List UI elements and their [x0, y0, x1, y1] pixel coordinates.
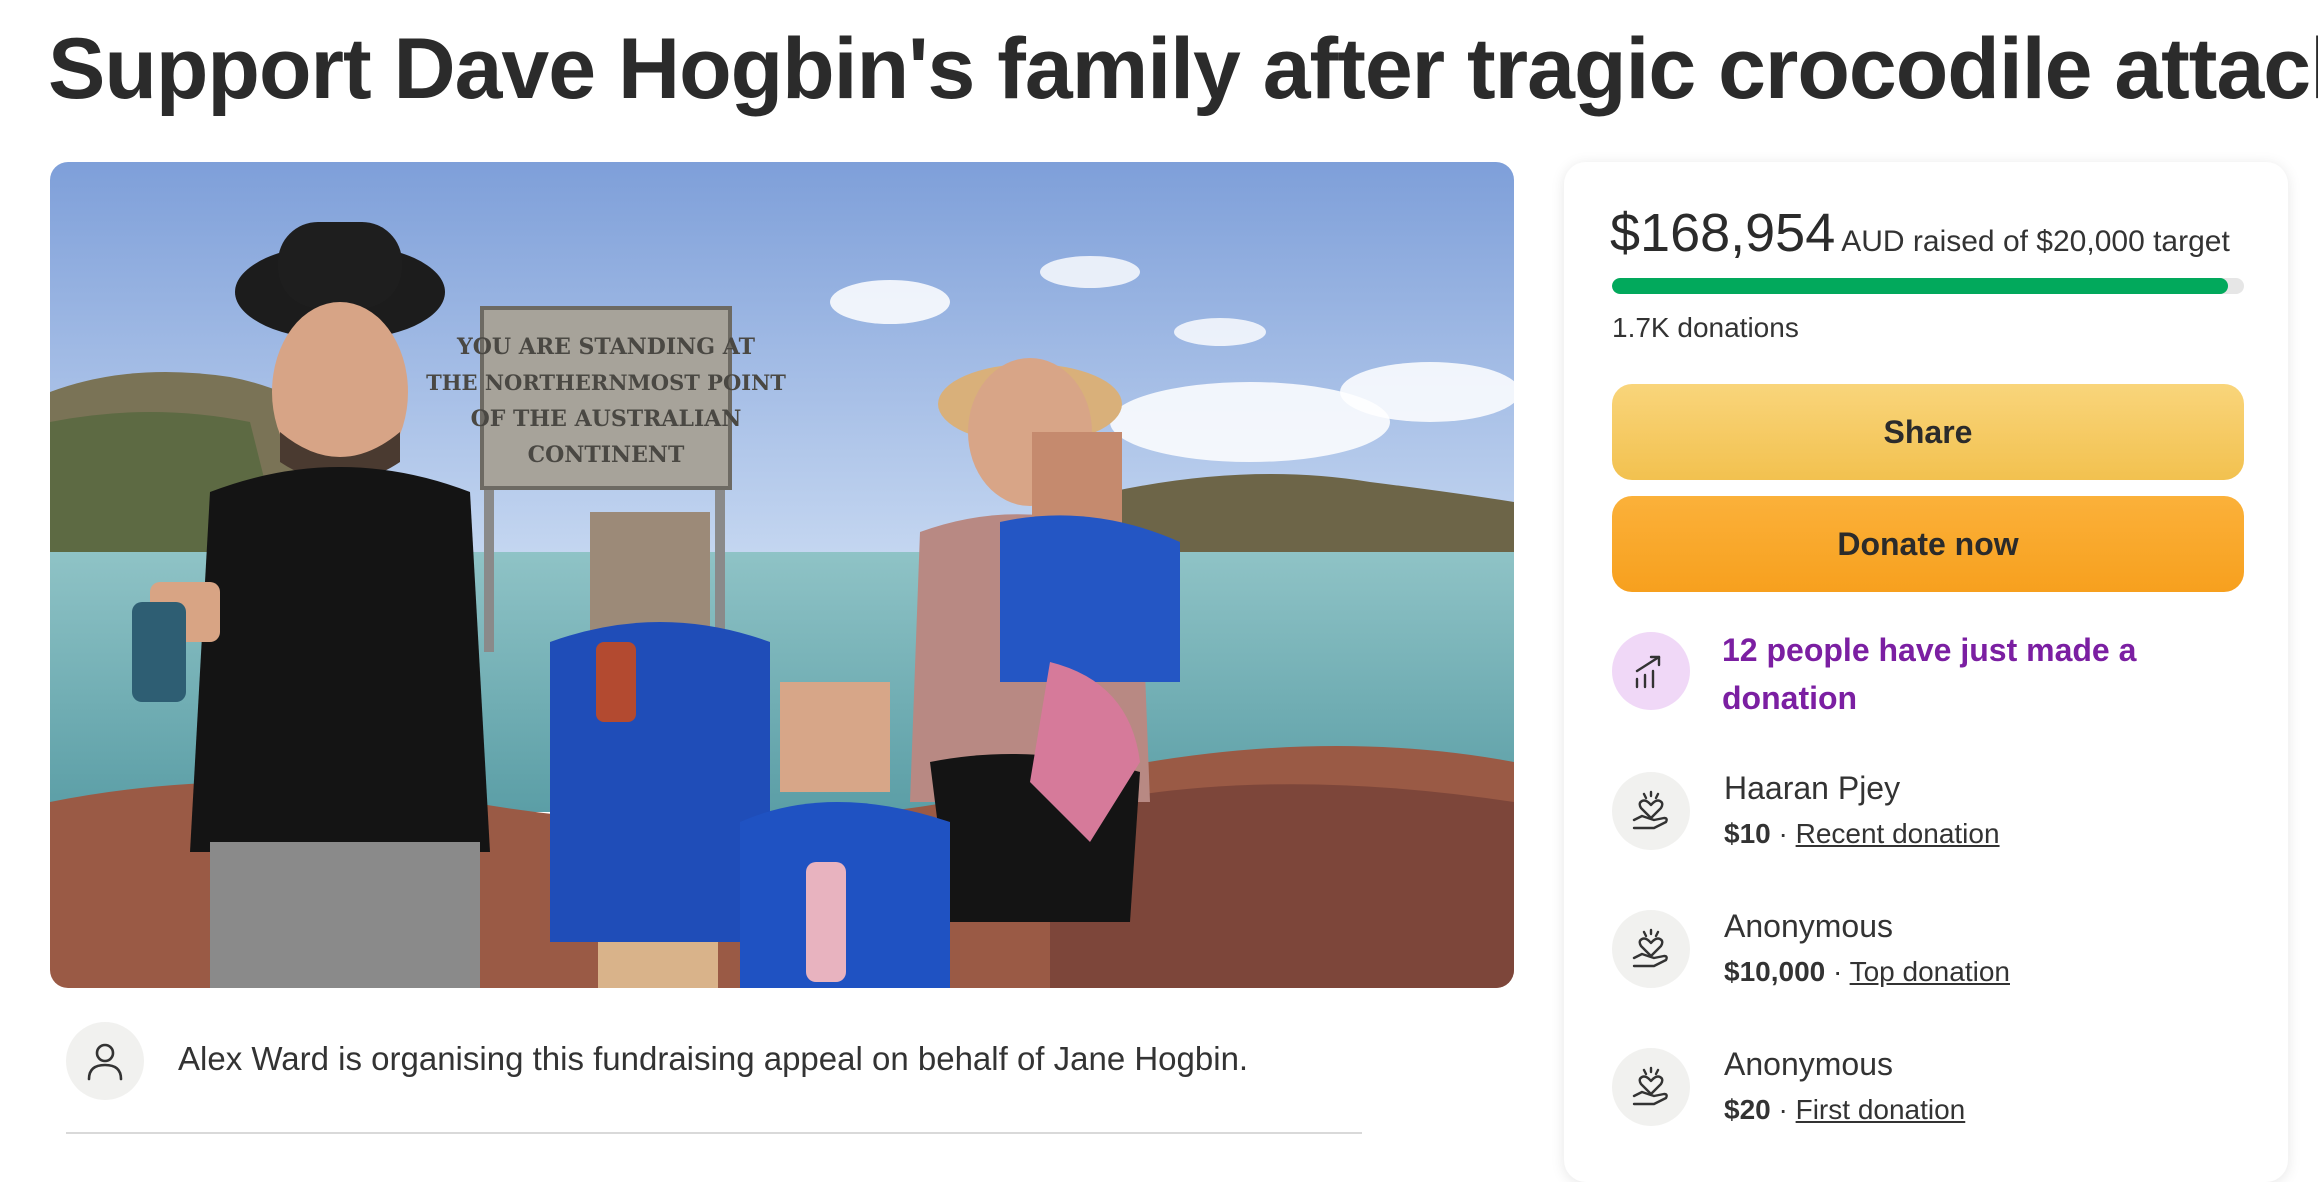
- donation-item: Haaran Pjey $10 · Recent donation: [1612, 770, 2252, 860]
- campaign-photo: YOU ARE STANDING AT THE NORTHERNMOST POI…: [50, 162, 1514, 988]
- donation-amount: $10: [1724, 818, 1771, 849]
- heart-hand-icon: [1612, 772, 1690, 850]
- donation-item: Anonymous $20 · First donation: [1612, 1046, 2252, 1136]
- amount-target-text: AUD raised of $20,000 target: [1841, 225, 2230, 258]
- donor-name: Anonymous: [1724, 908, 1893, 944]
- progress-bar-fill: [1612, 278, 2229, 294]
- separator: ·: [1778, 1094, 1788, 1125]
- donation-amount: $20: [1724, 1094, 1771, 1125]
- recent-donation-link[interactable]: Recent donation: [1796, 818, 2000, 849]
- first-donation-link[interactable]: First donation: [1796, 1094, 1966, 1125]
- person-icon: [66, 1022, 144, 1100]
- separator: ·: [1833, 956, 1843, 987]
- progress-bar: [1612, 278, 2244, 294]
- page-title: Support Dave Hogbin's family after tragi…: [48, 21, 2318, 117]
- donate-now-button[interactable]: Donate now: [1612, 496, 2244, 592]
- donation-momentum: 12 people have just made a donation: [1612, 626, 2252, 736]
- donation-meta: $20 · First donation: [1724, 1094, 1965, 1126]
- donation-amount: $10,000: [1724, 956, 1826, 987]
- trending-up-icon: [1612, 632, 1690, 710]
- donation-meta: $10,000 · Top donation: [1724, 956, 2010, 988]
- separator: ·: [1778, 818, 1788, 849]
- donor-name: Haaran Pjey: [1724, 770, 1901, 806]
- donation-card: $168,954 AUD raised of $20,000 target 1.7…: [1564, 162, 2288, 1182]
- divider: [66, 1132, 1362, 1134]
- share-button[interactable]: Share: [1612, 384, 2244, 480]
- donor-name: Anonymous: [1724, 1046, 1893, 1082]
- sign-line-3: OF THE AUSTRALIAN: [471, 406, 742, 432]
- sign-line-4: CONTINENT: [528, 442, 685, 468]
- organiser-text: Alex Ward is organising this fundraising…: [178, 1040, 1249, 1077]
- top-donation-link[interactable]: Top donation: [1850, 956, 2010, 987]
- amount-raised-value: $168,954: [1610, 203, 1836, 263]
- sign-line-2: THE NORTHERNMOST POINT: [426, 370, 786, 395]
- heart-hand-icon: [1612, 1048, 1690, 1126]
- donation-item: Anonymous $10,000 · Top donation: [1612, 908, 2252, 998]
- momentum-text: 12 people have just made a donation: [1722, 632, 2137, 716]
- heart-hand-icon: [1612, 910, 1690, 988]
- donations-count: 1.7K donations: [1612, 312, 1799, 343]
- organiser-info: Alex Ward is organising this fundraising…: [66, 1022, 1366, 1102]
- sign-line-1: YOU ARE STANDING AT: [456, 334, 756, 360]
- amount-raised: $168,954 AUD raised of $20,000 target: [1610, 202, 2230, 264]
- donation-meta: $10 · Recent donation: [1724, 818, 2000, 850]
